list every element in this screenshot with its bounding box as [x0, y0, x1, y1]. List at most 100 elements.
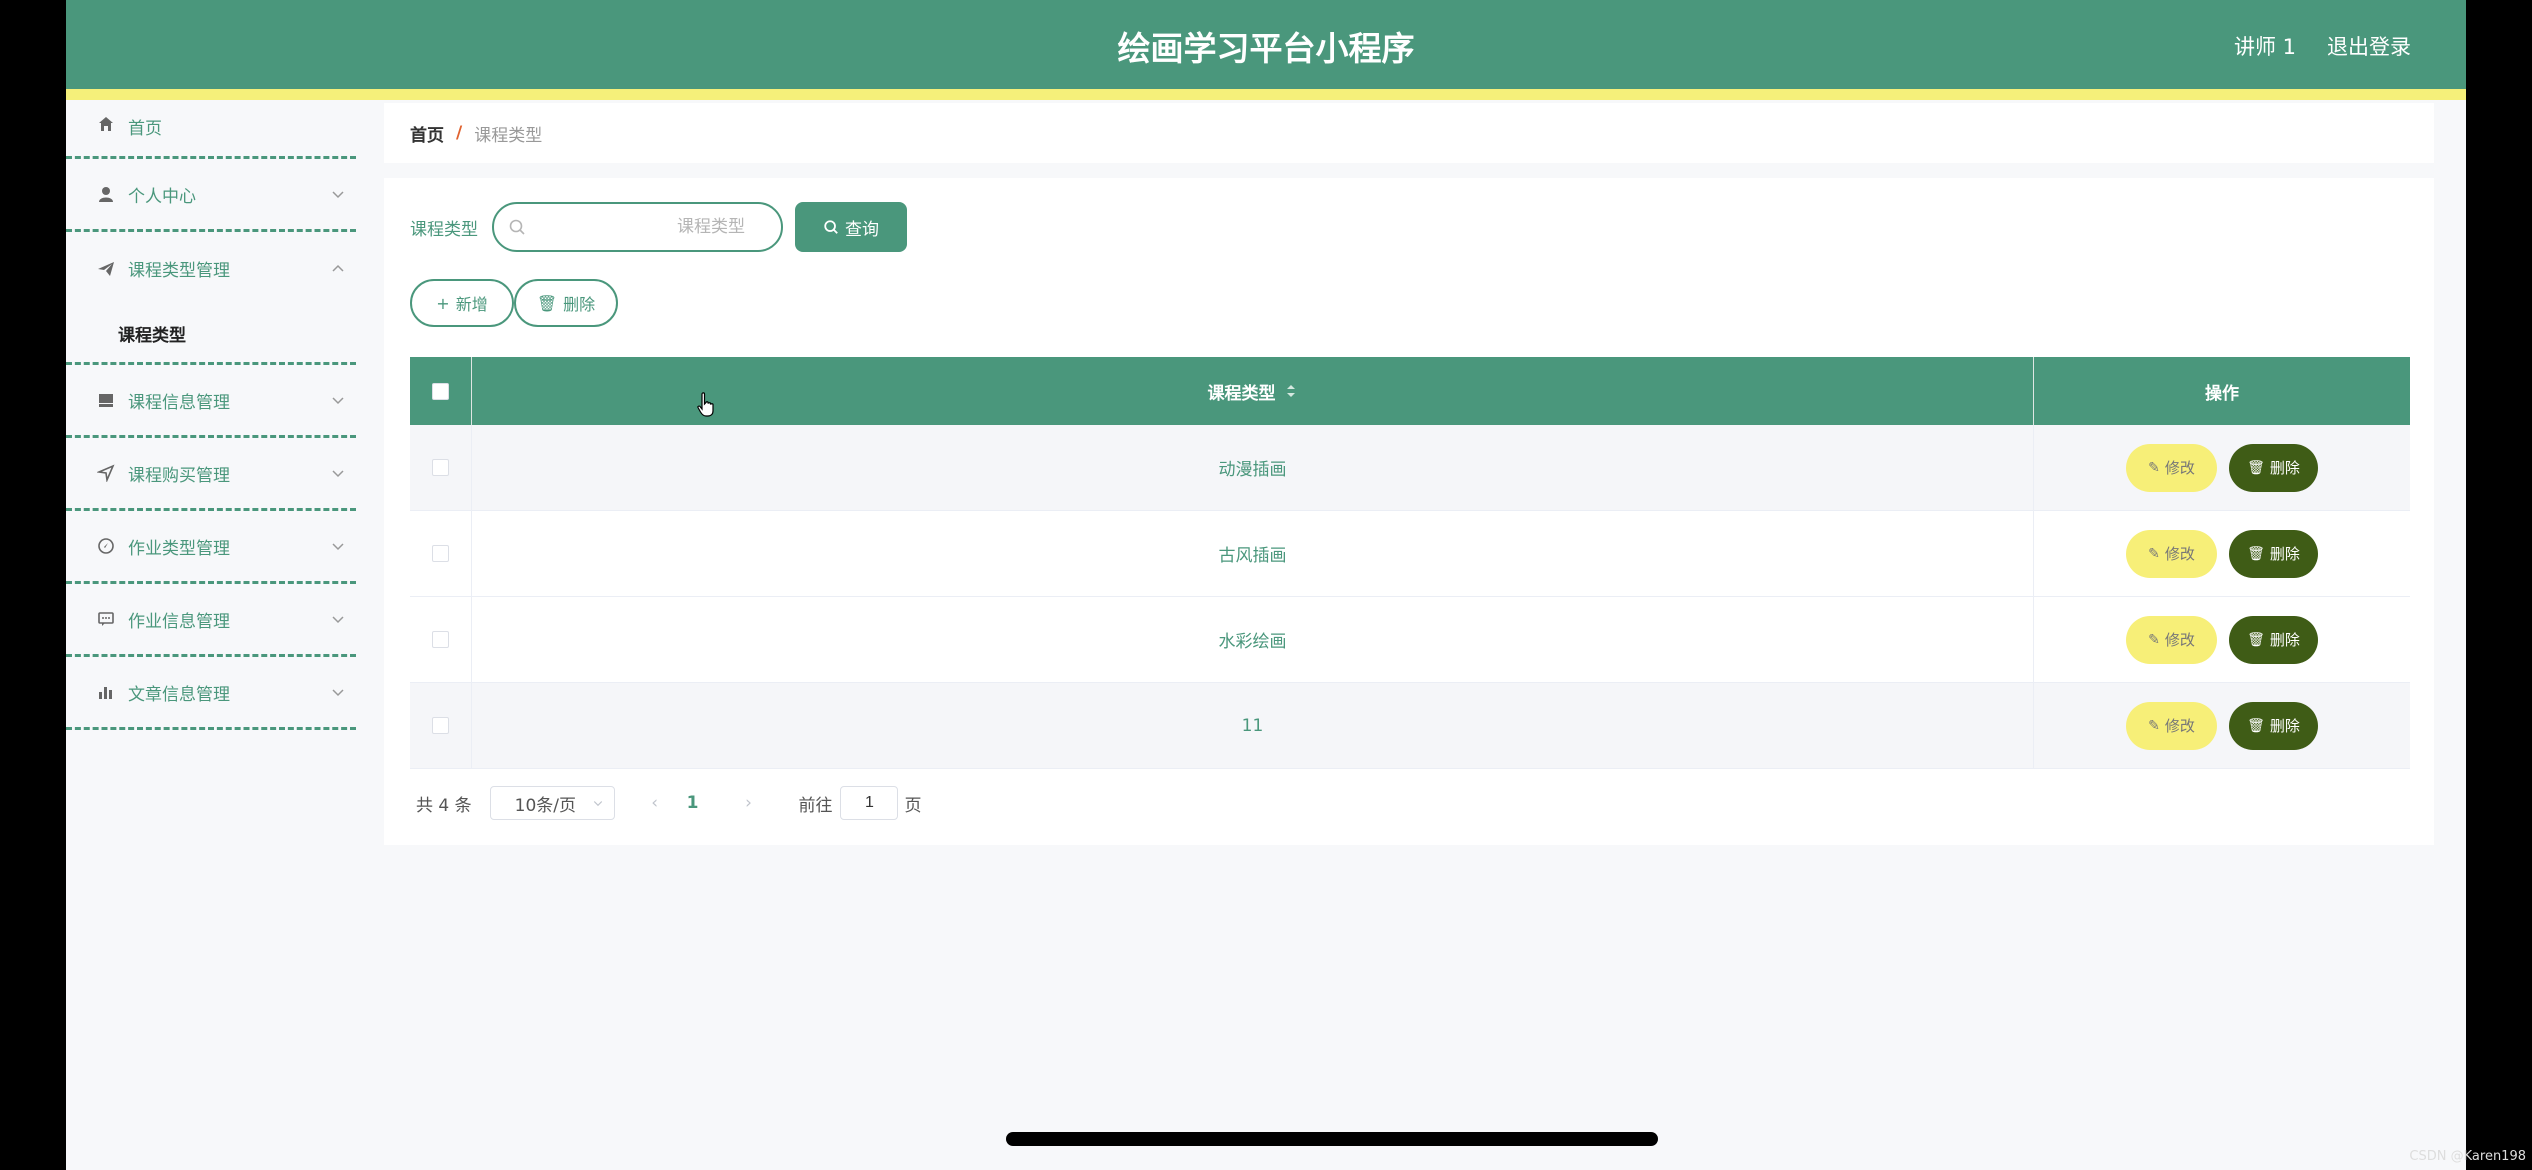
row-checkbox-cell	[410, 683, 472, 768]
course-type-cell: 古风插画	[472, 511, 2034, 596]
add-button[interactable]: + 新增	[410, 279, 514, 327]
chevron-down-icon	[332, 543, 344, 551]
page-size-value: 10条/页	[514, 795, 576, 816]
delete-button-label: 删除	[2269, 459, 2300, 477]
chevron-down-icon	[593, 801, 602, 807]
delete-button-label: 删除	[2269, 717, 2300, 735]
sidebar-item-home[interactable]: 首页	[66, 100, 356, 159]
logout-link[interactable]: 退出登录	[2327, 31, 2411, 61]
search-row: 课程类型 查询	[410, 202, 907, 252]
page-suffix: 页	[904, 795, 922, 816]
header-accent-strip	[66, 89, 2466, 100]
pagination-total: 共 4 条	[416, 795, 472, 816]
chevron-down-icon	[332, 191, 344, 199]
content-panel: 课程类型 查询 + 新增 🗑 删除	[384, 178, 2434, 845]
home-indicator[interactable]	[1006, 1132, 1658, 1146]
page-size-select[interactable]: 10条/页	[489, 786, 615, 820]
row-checkbox-cell	[410, 511, 472, 596]
edit-icon: ✎	[2148, 545, 2160, 562]
sidebar-item-label: 课程类型管理	[128, 261, 230, 281]
edit-button[interactable]: ✎ 修改	[2126, 701, 2217, 750]
trash-icon: 🗑	[2247, 717, 2265, 734]
header-checkbox-cell	[410, 357, 472, 425]
delete-button[interactable]: 🗑 删除	[2229, 443, 2318, 492]
sidebar-item-course-type-mgmt[interactable]: 课程类型管理	[66, 232, 356, 305]
search-icon	[509, 219, 525, 235]
top-bar: 绘画学习平台小程序 讲师 1 退出登录	[66, 0, 2466, 89]
chart-icon	[96, 682, 116, 702]
row-checkbox[interactable]	[432, 459, 449, 476]
next-page-icon[interactable]: ›	[738, 793, 758, 813]
delete-button[interactable]: 🗑 删除	[2229, 529, 2318, 578]
watermark: CSDN @Karen198	[2409, 1149, 2526, 1164]
sidebar-item-label: 作业类型管理	[128, 538, 230, 559]
course-type-cell: 水彩绘画	[472, 597, 2034, 682]
table-row: 11 ✎ 修改 🗑 删除	[410, 683, 2410, 769]
chevron-down-icon	[332, 397, 344, 405]
send-icon	[96, 259, 116, 279]
breadcrumb: 首页 / 课程类型	[384, 103, 2434, 163]
sidebar-item-article-info-mgmt[interactable]: 文章信息管理	[66, 657, 356, 730]
chevron-up-icon	[332, 264, 344, 272]
search-icon	[824, 220, 838, 234]
sidebar-item-label: 个人中心	[128, 186, 196, 207]
inbox-icon	[96, 390, 116, 410]
search-label: 课程类型	[410, 219, 478, 240]
sidebar-subitem-course-type[interactable]: 课程类型	[66, 305, 356, 365]
column-header-label: 课程类型	[1207, 383, 1276, 404]
edit-button[interactable]: ✎ 修改	[2126, 615, 2217, 664]
query-button[interactable]: 查询	[795, 202, 907, 252]
breadcrumb-separator: /	[456, 123, 463, 143]
sidebar-item-homework-info-mgmt[interactable]: 作业信息管理	[66, 584, 356, 657]
delete-button[interactable]: 🗑 删除	[2229, 615, 2318, 664]
breadcrumb-current: 课程类型	[474, 125, 543, 146]
app-screen: 绘画学习平台小程序 讲师 1 退出登录 首页 个人中心 课程类型管理 课程类型	[66, 0, 2466, 1170]
operations-cell: ✎ 修改 🗑 删除	[2034, 683, 2410, 768]
user-label[interactable]: 讲师 1	[2234, 31, 2296, 61]
batch-delete-button-label: 删除	[563, 295, 596, 314]
edit-button-label: 修改	[2164, 545, 2195, 563]
edit-button[interactable]: ✎ 修改	[2126, 443, 2217, 492]
column-header-operations: 操作	[2205, 383, 2239, 404]
row-checkbox[interactable]	[432, 717, 449, 734]
table-row: 古风插画 ✎ 修改 🗑 删除	[410, 511, 2410, 597]
breadcrumb-home[interactable]: 首页	[410, 121, 444, 146]
edit-button-label: 修改	[2164, 631, 2195, 649]
sort-icon[interactable]	[1284, 383, 1298, 399]
row-checkbox-cell	[410, 597, 472, 682]
delete-button[interactable]: 🗑 删除	[2229, 701, 2318, 750]
sidebar-item-personal-center[interactable]: 个人中心	[66, 159, 356, 232]
course-type-cell: 11	[472, 683, 2034, 768]
operations-cell: ✎ 修改 🗑 删除	[2034, 597, 2410, 682]
sidebar-item-label: 课程信息管理	[128, 392, 230, 413]
table-row: 水彩绘画 ✎ 修改 🗑 删除	[410, 597, 2410, 683]
sidebar-item-label: 作业信息管理	[128, 611, 230, 632]
delete-button-label: 删除	[2269, 545, 2300, 563]
chevron-down-icon	[332, 689, 344, 697]
edit-button-label: 修改	[2164, 459, 2195, 477]
pagination: 共 4 条 10条/页 ‹ 1 › 前往 页	[410, 786, 921, 820]
sidebar-item-homework-type-mgmt[interactable]: 作业类型管理	[66, 511, 356, 584]
course-type-cell: 动漫插画	[472, 425, 2034, 510]
plus-icon: +	[436, 293, 450, 313]
row-checkbox[interactable]	[432, 631, 449, 648]
batch-delete-button[interactable]: 🗑 删除	[514, 279, 618, 327]
sidebar: 首页 个人中心 课程类型管理 课程类型 课程信息管理 课程购买管理 作业类型管理…	[66, 100, 356, 1170]
compass-icon	[96, 536, 116, 556]
trash-icon: 🗑	[2247, 631, 2265, 648]
app-title: 绘画学习平台小程序	[1117, 29, 1415, 68]
sidebar-item-label: 课程购买管理	[128, 465, 230, 486]
sidebar-item-course-info-mgmt[interactable]: 课程信息管理	[66, 365, 356, 438]
prev-page-icon[interactable]: ‹	[645, 793, 665, 813]
row-checkbox[interactable]	[432, 545, 449, 562]
sidebar-item-course-purchase-mgmt[interactable]: 课程购买管理	[66, 438, 356, 511]
page-number[interactable]: 1	[687, 793, 699, 813]
edit-button[interactable]: ✎ 修改	[2126, 529, 2217, 578]
query-button-label: 查询	[845, 219, 879, 240]
select-all-checkbox[interactable]	[432, 382, 449, 400]
goto-page-input[interactable]	[840, 786, 899, 820]
location-icon	[96, 463, 116, 483]
search-input[interactable]	[536, 212, 771, 242]
goto-label: 前往	[798, 795, 833, 816]
chevron-down-icon	[332, 616, 344, 624]
